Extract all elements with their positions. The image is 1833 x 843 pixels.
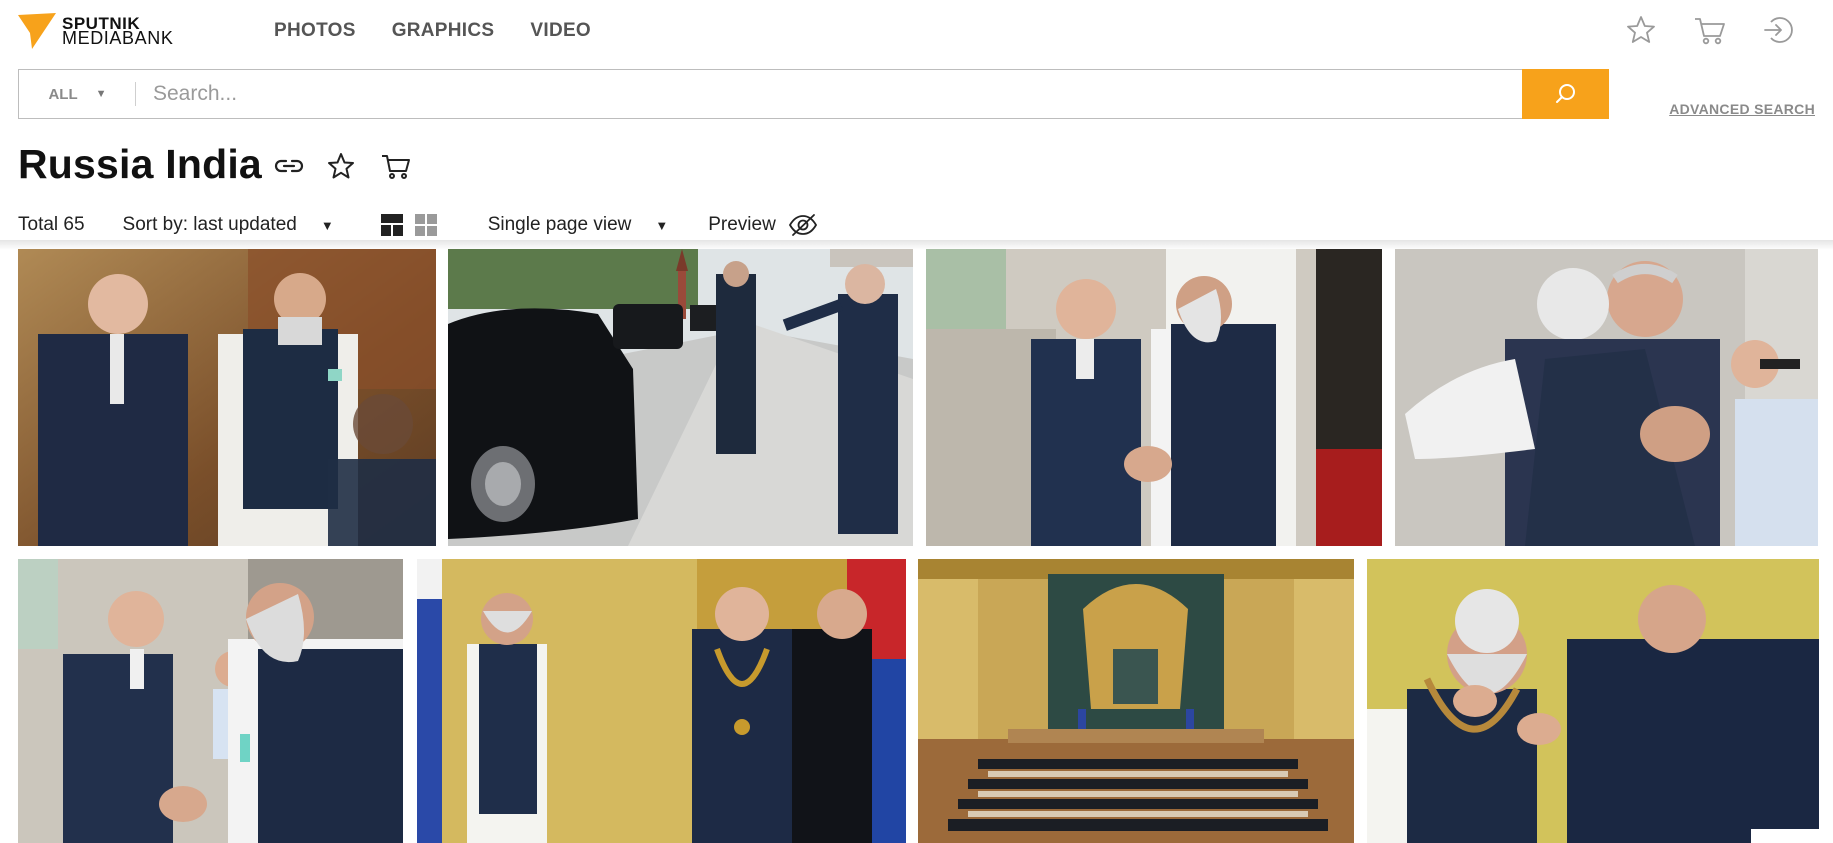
photo-5[interactable] xyxy=(18,559,403,843)
cart-icon[interactable] xyxy=(1693,14,1725,48)
search-button[interactable] xyxy=(1522,69,1609,119)
nav-video[interactable]: VIDEO xyxy=(530,20,591,42)
logo-text: SPUTNIK MEDIABANK xyxy=(62,15,174,48)
search-scope-value: ALL xyxy=(48,85,78,103)
photo-1[interactable] xyxy=(18,249,436,546)
login-icon[interactable] xyxy=(1761,14,1793,48)
page-view-label: Single page view xyxy=(487,214,632,235)
chevron-down-icon: ▼ xyxy=(95,88,107,100)
preview-label: Preview xyxy=(708,214,776,235)
search-bar: ALL ▼ xyxy=(18,69,1609,119)
sort-label: Sort by: last updated xyxy=(122,214,297,235)
page-title: Russia India xyxy=(18,141,262,187)
photo-7[interactable] xyxy=(918,559,1354,843)
logo-line2: MEDIABANK xyxy=(62,28,174,48)
results-toolbar: Total 65 Sort by: last updated ▼ Single … xyxy=(18,212,818,238)
chevron-down-icon: ▼ xyxy=(655,217,669,233)
photo-gallery xyxy=(0,249,1833,843)
sputnik-logo-icon xyxy=(18,13,56,49)
nav-graphics[interactable]: GRAPHICS xyxy=(392,20,495,42)
sort-dropdown[interactable]: Sort by: last updated ▼ xyxy=(123,214,334,236)
photo-6[interactable] xyxy=(417,559,906,843)
search-input[interactable] xyxy=(153,70,1513,118)
link-icon[interactable] xyxy=(272,151,306,181)
photo-3[interactable] xyxy=(926,249,1382,546)
search-icon xyxy=(1555,84,1575,103)
page-view-dropdown[interactable]: Single page view ▼ xyxy=(488,214,669,236)
photo-8[interactable] xyxy=(1367,559,1819,843)
nav-photos[interactable]: PHOTOS xyxy=(274,20,356,42)
site-header: SPUTNIK MEDIABANK PHOTOS GRAPHICS VIDEO xyxy=(0,0,1833,64)
view-mode-toggle xyxy=(380,213,438,237)
results-count: Total 65 xyxy=(18,214,85,235)
favorite-star-icon[interactable] xyxy=(326,151,360,181)
eye-off-icon xyxy=(788,214,817,236)
search-scope-select[interactable]: ALL ▼ xyxy=(19,70,136,118)
photo-4[interactable] xyxy=(1395,249,1818,546)
collection-actions xyxy=(272,151,414,181)
chevron-down-icon: ▼ xyxy=(320,217,334,233)
preview-toggle[interactable]: Preview xyxy=(708,213,818,237)
advanced-search-link[interactable]: ADVANCED SEARCH xyxy=(1669,101,1815,117)
sputnik-logo[interactable]: SPUTNIK MEDIABANK xyxy=(18,13,173,49)
grid-view-icon[interactable] xyxy=(414,213,438,237)
mosaic-view-icon[interactable] xyxy=(380,213,404,237)
main-nav: PHOTOS GRAPHICS VIDEO xyxy=(274,20,591,42)
star-icon[interactable] xyxy=(1625,14,1657,48)
header-actions xyxy=(1625,14,1793,48)
search-divider xyxy=(135,82,136,106)
photo-2[interactable] xyxy=(448,249,913,546)
add-to-cart-icon[interactable] xyxy=(380,151,414,181)
